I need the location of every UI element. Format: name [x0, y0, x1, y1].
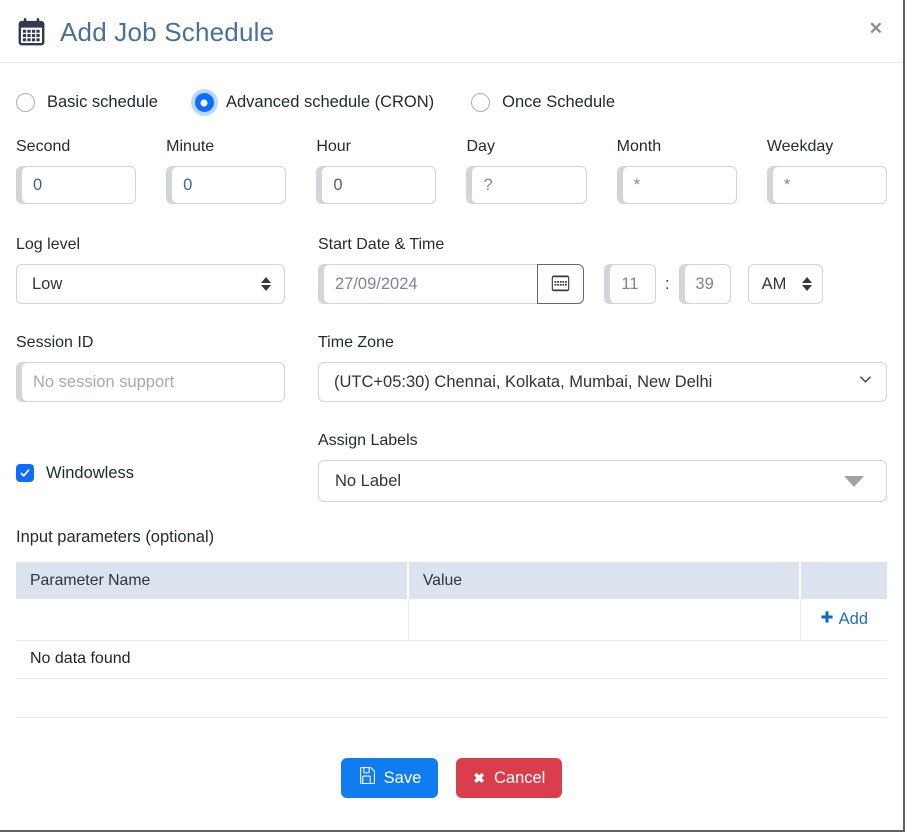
hour-input[interactable]: [316, 166, 436, 204]
timezone-select[interactable]: (UTC+05:30) Chennai, Kolkata, Mumbai, Ne…: [318, 362, 887, 402]
log-level-value: Low: [32, 275, 62, 294]
input-parameters-title: Input parameters (optional): [16, 528, 887, 547]
cron-field-hour: Hour: [316, 138, 436, 204]
windowless-label: Windowless: [46, 464, 134, 483]
loglevel-startdate-row: Log level Low Start Date & Time: [16, 236, 887, 304]
radio-unchecked-icon[interactable]: [471, 93, 490, 112]
calendar-grid-icon: [550, 272, 571, 296]
weekday-label: Weekday: [767, 138, 887, 156]
radio-basic-schedule[interactable]: Basic schedule: [16, 93, 158, 112]
cancel-button[interactable]: ✖ Cancel: [456, 758, 562, 798]
start-datetime-field: Start Date & Time: [318, 236, 887, 304]
hour-label: Hour: [316, 138, 436, 156]
meridiem-select[interactable]: AM: [748, 264, 823, 304]
timezone-field: Time Zone (UTC+05:30) Chennai, Kolkata, …: [318, 334, 887, 402]
parameter-entry-row: Add: [16, 599, 887, 641]
month-label: Month: [617, 138, 737, 156]
radio-unchecked-icon[interactable]: [16, 93, 35, 112]
select-updown-icon: [802, 277, 812, 291]
parameter-name-cell: [16, 599, 409, 641]
save-button-label: Save: [384, 769, 422, 788]
add-job-schedule-dialog: Add Job Schedule ✕ Basic schedule Advanc…: [0, 0, 905, 832]
assign-labels-label: Assign Labels: [318, 432, 887, 450]
column-header-parameter-name: Parameter Name: [16, 562, 409, 599]
parameter-add-cell: Add: [801, 599, 887, 641]
cron-field-day: Day: [466, 138, 586, 204]
datetime-group: : AM: [318, 264, 887, 304]
second-input[interactable]: [16, 166, 136, 204]
close-icon[interactable]: ✕: [869, 20, 883, 37]
column-header-value: Value: [409, 562, 801, 599]
timezone-label: Time Zone: [318, 334, 887, 352]
minute-input[interactable]: [166, 166, 286, 204]
cron-fields-row: Second Minute Hour Day Month Weekday: [16, 138, 887, 204]
dialog-title: Add Job Schedule: [60, 17, 274, 48]
session-id-label: Session ID: [16, 334, 285, 352]
session-id-input[interactable]: [16, 362, 285, 402]
start-minute-input[interactable]: [679, 264, 731, 304]
log-level-select[interactable]: Low: [16, 264, 285, 304]
chevron-down-icon: [858, 372, 873, 392]
no-data-row: No data found: [16, 641, 887, 679]
save-button[interactable]: Save: [341, 758, 439, 798]
cancel-x-icon: ✖: [473, 771, 485, 785]
log-level-label: Log level: [16, 236, 285, 254]
radio-checked-icon[interactable]: [195, 93, 214, 112]
checkbox-checked-icon[interactable]: [16, 464, 34, 482]
timezone-value: (UTC+05:30) Chennai, Kolkata, Mumbai, Ne…: [334, 373, 712, 392]
cancel-button-label: Cancel: [494, 769, 545, 788]
time-separator: :: [665, 275, 670, 294]
windowless-checkbox-row[interactable]: Windowless: [16, 444, 285, 502]
column-header-actions: [801, 562, 887, 599]
start-datetime-label: Start Date & Time: [318, 236, 887, 254]
day-input[interactable]: [466, 166, 586, 204]
assign-labels-value: No Label: [335, 472, 401, 491]
save-floppy-icon: [358, 767, 375, 789]
weekday-input[interactable]: [767, 166, 887, 204]
plus-icon: [820, 610, 834, 629]
assign-labels-field: Assign Labels No Label: [318, 432, 887, 502]
select-updown-icon: [261, 277, 271, 291]
radio-label: Basic schedule: [47, 93, 158, 112]
add-button-label: Add: [839, 610, 868, 629]
date-picker-group: [318, 264, 584, 304]
session-timezone-row: Session ID Time Zone (UTC+05:30) Chennai…: [16, 334, 887, 402]
parameter-value-input[interactable]: [417, 611, 792, 629]
radio-label: Advanced schedule (CRON): [226, 93, 434, 112]
log-level-field: Log level Low: [16, 236, 285, 304]
calendar-icon: [16, 17, 47, 48]
radio-label: Once Schedule: [502, 93, 615, 112]
month-input[interactable]: [617, 166, 737, 204]
second-label: Second: [16, 138, 136, 156]
windowless-labels-row: Windowless Assign Labels No Label: [16, 432, 887, 502]
parameters-table-header: Parameter Name Value: [16, 562, 887, 599]
parameters-table: Parameter Name Value Add: [16, 562, 887, 679]
dialog-header: Add Job Schedule ✕: [0, 0, 903, 63]
parameter-value-cell: [409, 599, 801, 641]
cron-field-second: Second: [16, 138, 136, 204]
dialog-footer: Save ✖ Cancel: [16, 758, 887, 798]
meridiem-value: AM: [762, 275, 787, 294]
footer-divider: [16, 717, 887, 718]
day-label: Day: [466, 138, 586, 156]
add-parameter-button[interactable]: Add: [820, 610, 868, 629]
assign-labels-dropdown[interactable]: No Label: [318, 460, 887, 502]
schedule-type-group: Basic schedule Advanced schedule (CRON) …: [16, 93, 887, 112]
radio-once-schedule[interactable]: Once Schedule: [471, 93, 615, 112]
radio-advanced-schedule-cron[interactable]: Advanced schedule (CRON): [195, 93, 434, 112]
minute-label: Minute: [166, 138, 286, 156]
cron-field-weekday: Weekday: [767, 138, 887, 204]
cron-field-minute: Minute: [166, 138, 286, 204]
start-hour-input[interactable]: [604, 264, 656, 304]
start-date-input[interactable]: [318, 264, 537, 304]
dropdown-triangle-icon: [844, 476, 864, 487]
parameter-name-input[interactable]: [24, 611, 400, 629]
session-id-field: Session ID: [16, 334, 285, 402]
open-calendar-button[interactable]: [537, 264, 584, 304]
cron-field-month: Month: [617, 138, 737, 204]
